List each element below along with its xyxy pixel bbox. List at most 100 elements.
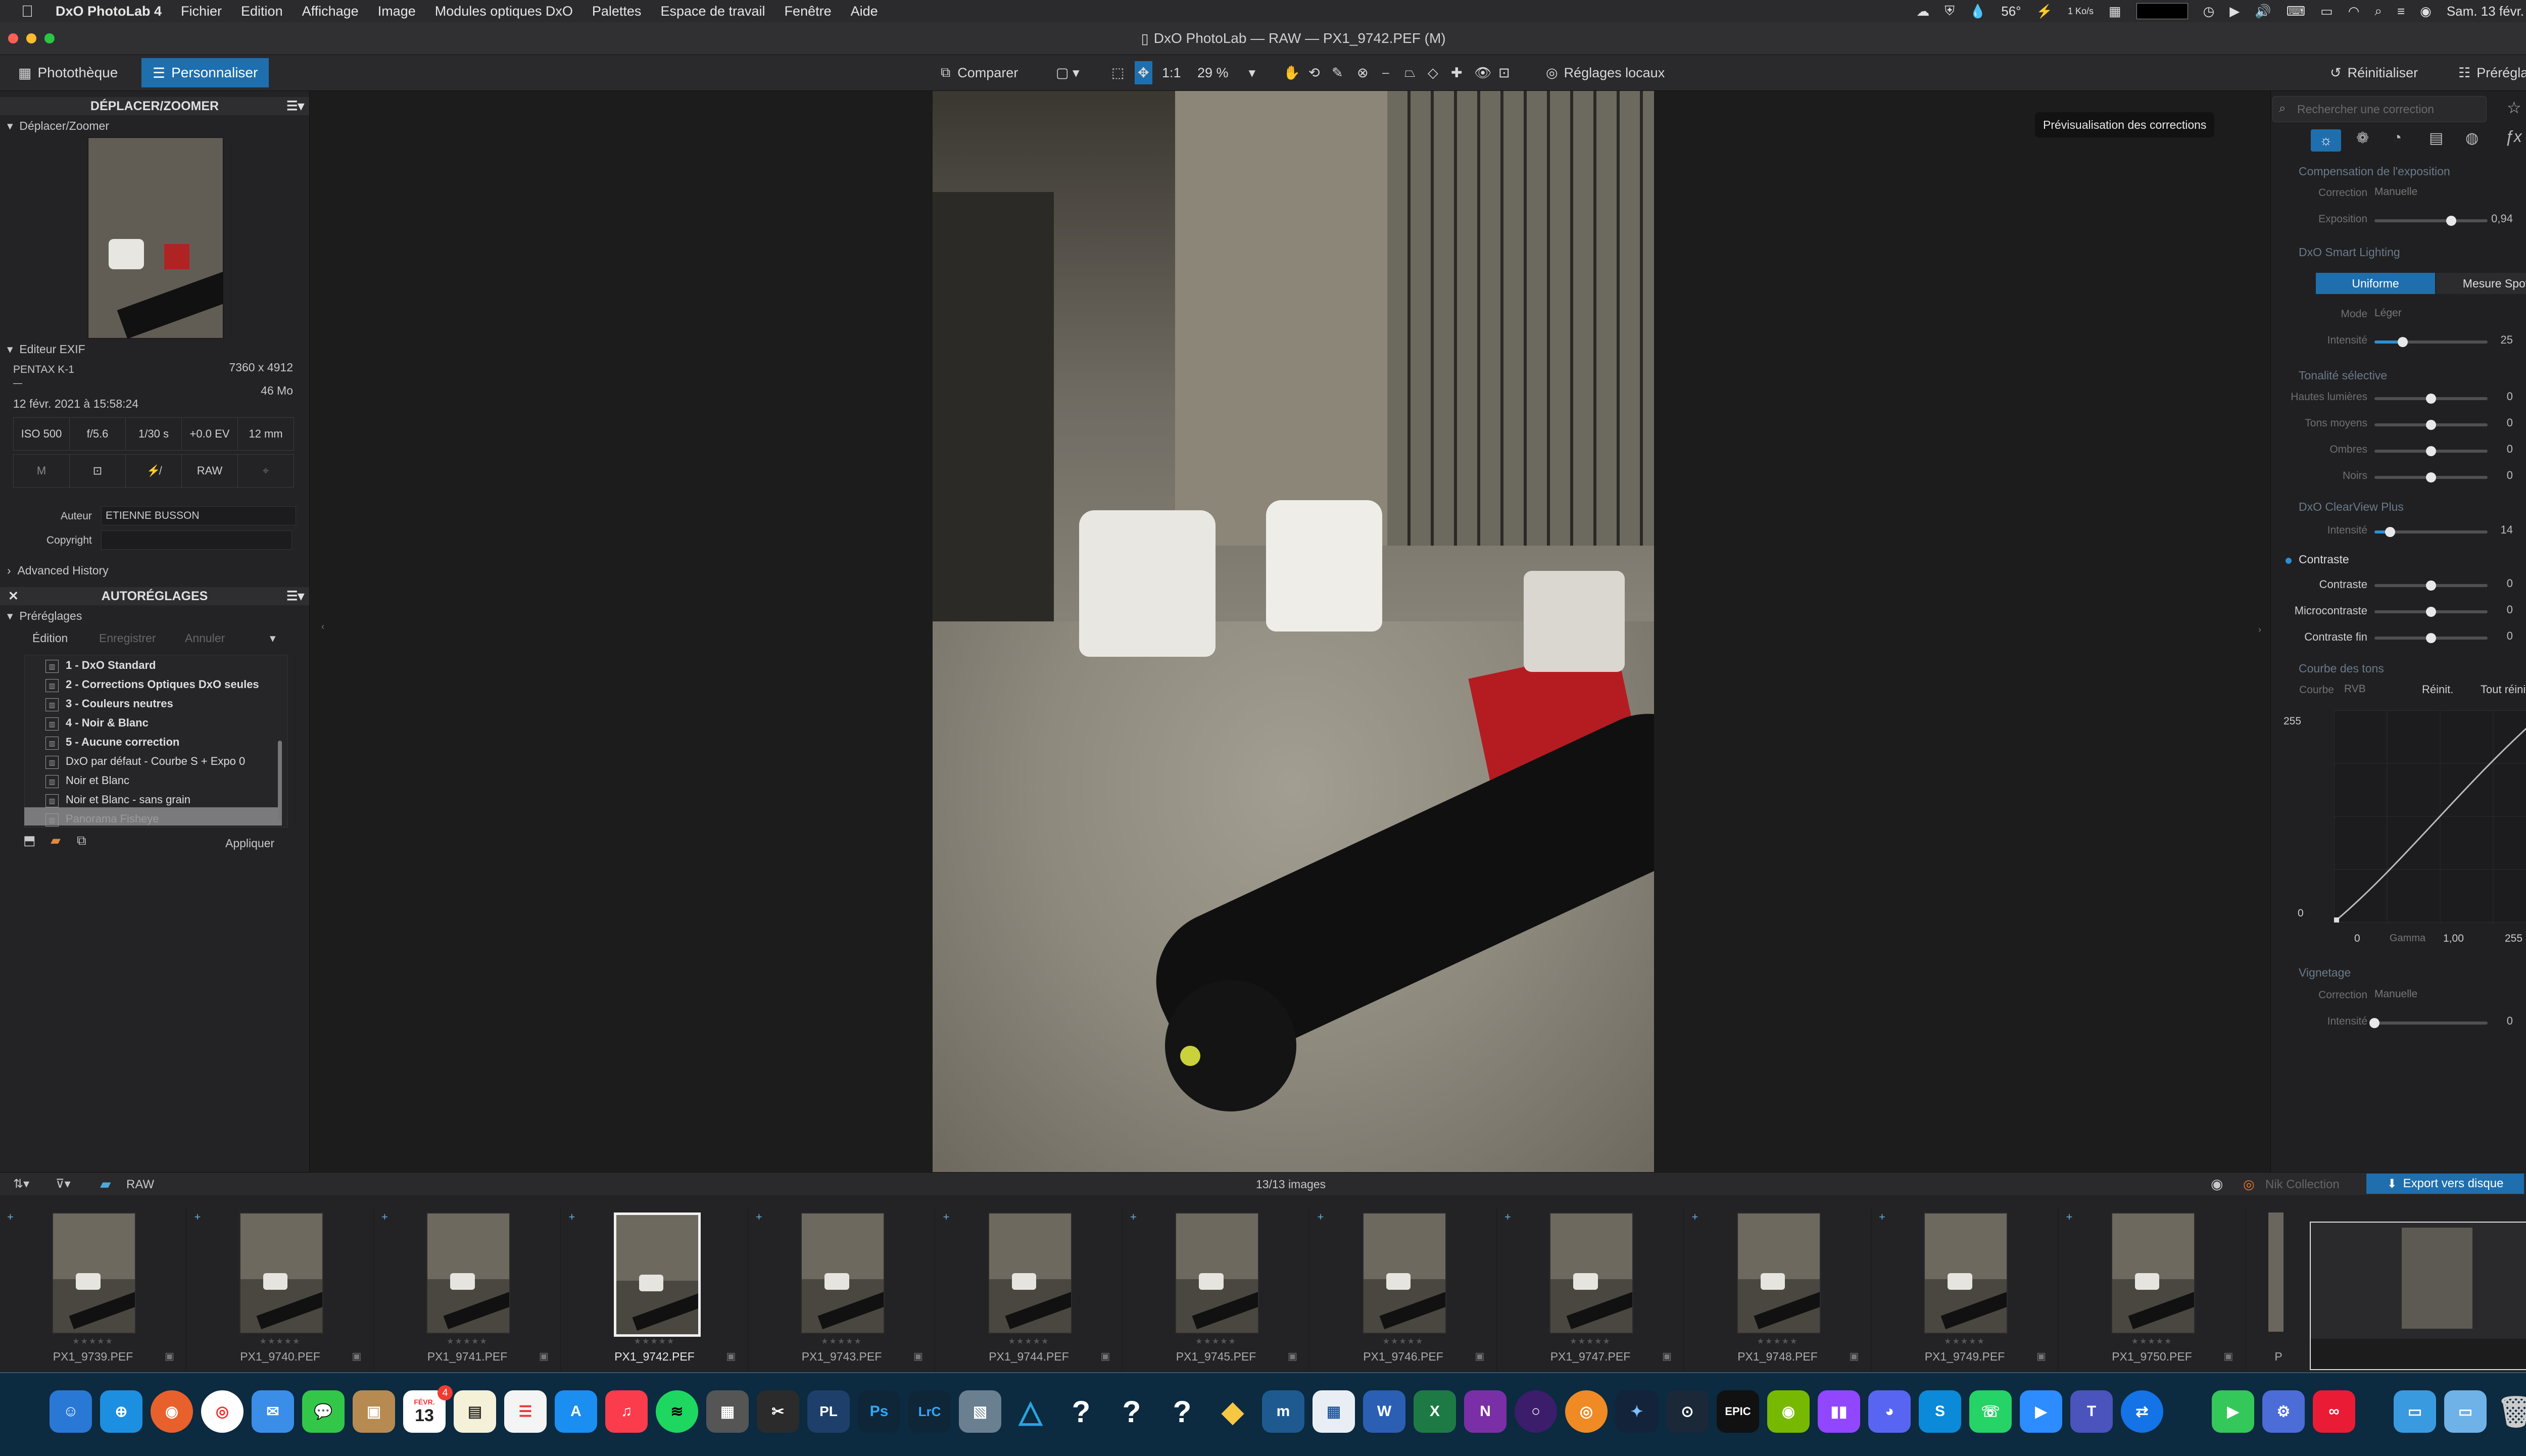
curve-title[interactable]: Courbe des tons (2299, 662, 2384, 675)
tab-detail-icon[interactable]: ◔ (2393, 129, 2402, 147)
thumbnail[interactable] (2111, 1212, 2195, 1334)
one-to-one-button[interactable]: 1:1 (1162, 61, 1181, 84)
music-icon[interactable]: ♫ (605, 1390, 648, 1433)
tab-personnaliser[interactable]: ☰ Personnaliser (141, 58, 269, 87)
notes-icon[interactable]: ▤ (454, 1390, 496, 1433)
correction-search-input[interactable]: ⌕ Rechercher une correction (2272, 96, 2487, 122)
cloud-icon[interactable]: ☁ (1916, 4, 1929, 19)
apple-icon[interactable]:  (0, 2, 40, 21)
exposure-title[interactable]: Compensation de l'exposition (2299, 165, 2450, 178)
slider-value[interactable]: 0 (2478, 390, 2513, 403)
spotify-icon[interactable]: ≋ (656, 1390, 698, 1433)
thumbnail[interactable] (988, 1212, 1072, 1334)
screenshot-preview-overlay[interactable] (2310, 1222, 2526, 1370)
tor-icon[interactable]: ○ (1515, 1390, 1557, 1433)
drop-icon[interactable]: 💧 (1970, 4, 1986, 19)
curve-output-value[interactable]: 255 (2505, 933, 2522, 945)
rating-stars[interactable]: ★★★★★ (1727, 1336, 1828, 1346)
eye-preview-icon[interactable]: 👁 (1474, 61, 1491, 84)
photo-booth-icon[interactable]: ▦ (706, 1390, 749, 1433)
rating-stars[interactable]: ★★★★★ (1540, 1336, 1641, 1346)
lightroom-classic-icon[interactable]: LrC (908, 1390, 951, 1433)
collapse-x-icon[interactable]: ✕ (8, 589, 19, 604)
rotate-tool-icon[interactable]: ⟲ (1308, 61, 1320, 84)
slider-knob[interactable] (2426, 472, 2436, 482)
preset-item[interactable]: 1 - DxO Standard (66, 659, 156, 672)
menu-fichier[interactable]: Fichier (171, 4, 231, 19)
compare-button[interactable]: ⧉ Comparer (941, 61, 1018, 84)
slider-knob[interactable] (2426, 580, 2436, 591)
curve-bottom-value[interactable]: 0 (2298, 907, 2304, 919)
smart-spot-button[interactable]: Mesure Spot (2436, 273, 2526, 294)
whatsapp-icon[interactable]: ☏ (1969, 1390, 2012, 1433)
apply-preset-button[interactable]: Appliquer (225, 837, 274, 850)
finder-icon[interactable]: ☺ (50, 1390, 92, 1433)
eyedropper-icon[interactable]: ✎ (1332, 61, 1343, 84)
chevron-down-icon[interactable]: ▾ (270, 632, 276, 645)
exposure-correction-select[interactable]: Manuelle (2374, 186, 2417, 198)
add-to-project-icon[interactable]: + (1130, 1210, 1137, 1224)
rating-stars[interactable]: ★★★★★ (2102, 1336, 2203, 1346)
app-store-icon[interactable]: A (555, 1390, 597, 1433)
slider-knob[interactable] (2426, 633, 2436, 643)
menu-aide[interactable]: Aide (841, 4, 888, 19)
rating-stars[interactable]: ★★★★★ (1353, 1336, 1454, 1346)
vignetting-title[interactable]: Vignetage (2299, 966, 2351, 980)
curve-top-value[interactable]: 255 (2284, 715, 2301, 727)
smart-mode-select[interactable]: Léger (2374, 307, 2402, 319)
onenote-icon[interactable]: N (1464, 1390, 1507, 1433)
rating-stars[interactable]: ★★★★★ (1914, 1336, 2015, 1346)
add-to-project-icon[interactable]: + (1504, 1210, 1511, 1224)
add-to-project-icon[interactable]: + (1692, 1210, 1698, 1224)
slider-knob[interactable] (2426, 607, 2436, 617)
curve-reset-button[interactable]: Réinit. (2422, 683, 2453, 696)
slider-value[interactable]: 0 (2478, 443, 2513, 456)
thumbnail[interactable] (52, 1212, 136, 1334)
right-panel-collapse-icon[interactable]: › (2258, 624, 2261, 635)
preset-item[interactable]: Panorama Fisheye (66, 812, 159, 826)
author-field[interactable]: ETIENNE BUSSON (101, 506, 296, 525)
smart-intensity-knob[interactable] (2398, 337, 2408, 347)
exif-subsection[interactable]: ▾ Editeur EXIF (7, 343, 85, 356)
clearview-value[interactable]: 14 (2478, 523, 2513, 537)
final-cut-icon[interactable]: ✂ (757, 1390, 799, 1433)
play-icon[interactable]: ▶ (2229, 4, 2240, 19)
siri-icon[interactable]: ◉ (2420, 4, 2432, 19)
preset-edit-button[interactable]: Édition (32, 632, 68, 645)
zoom-icon[interactable]: ▶ (2020, 1390, 2062, 1433)
contrast-title[interactable]: Contraste (2299, 553, 2349, 566)
affinity-icon[interactable]: △ (1009, 1390, 1052, 1433)
tonal-title[interactable]: Tonalité sélective (2299, 369, 2387, 382)
tone-curve-graph[interactable] (2334, 710, 2526, 923)
sort-icon[interactable]: ⇅▾ (13, 1177, 29, 1191)
astro-icon[interactable]: ✦ (1616, 1390, 1658, 1433)
messages-icon[interactable]: 💬 (302, 1390, 345, 1433)
weather-temp[interactable]: 56° (2001, 4, 2021, 19)
trash-icon[interactable]: 🗑 (2495, 1390, 2526, 1433)
filter-icon[interactable]: ⊽▾ (56, 1177, 71, 1191)
bolt-icon[interactable]: ⚡ (2036, 4, 2053, 19)
local-adjustments-button[interactable]: ◎ Réglages locaux (1546, 61, 1665, 84)
add-to-project-icon[interactable]: + (195, 1210, 201, 1224)
repair-icon[interactable]: ✚ (1451, 61, 1463, 84)
excel-icon[interactable]: X (1414, 1390, 1456, 1433)
copy-preset-icon[interactable]: ⧉ (77, 833, 86, 849)
minimize-window-button[interactable] (26, 33, 36, 43)
tab-effects-icon[interactable]: ƒx (2505, 127, 2522, 146)
copyright-field[interactable] (101, 530, 292, 550)
gpu-graph-icon[interactable] (2136, 3, 2188, 19)
downloads-folder-icon[interactable]: ▭ (2394, 1390, 2436, 1433)
crop-icon[interactable]: ⬚ (1111, 61, 1125, 84)
control-center-icon[interactable]: ≡ (2397, 4, 2405, 19)
left-panel-collapse-icon[interactable]: ‹ (321, 621, 324, 632)
thumbnail[interactable] (1924, 1212, 2008, 1334)
curve-point-black[interactable] (2334, 917, 2339, 923)
import-preset-icon[interactable]: ⬒ (23, 833, 36, 848)
creative-cloud-icon[interactable]: ∞ (2313, 1390, 2355, 1433)
preview-icon[interactable]: ▧ (959, 1390, 1001, 1433)
rating-stars[interactable]: ★★★★★ (417, 1336, 518, 1346)
add-to-project-icon[interactable]: + (2066, 1210, 2073, 1224)
exposition-slider-track[interactable] (2374, 219, 2488, 222)
mail-icon[interactable]: ✉ (252, 1390, 294, 1433)
cyberduck-icon[interactable]: ◆ (1211, 1390, 1254, 1433)
